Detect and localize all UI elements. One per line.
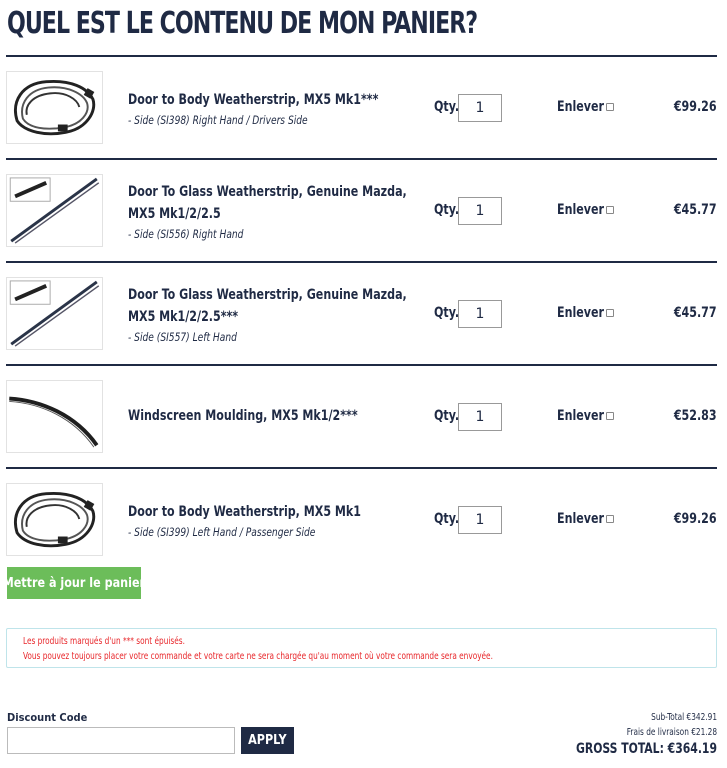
cart-list: Door to Body Weatherstrip, MX5 Mk1*** - … bbox=[6, 55, 717, 570]
apply-label: APPLY bbox=[248, 733, 287, 748]
glass-weatherstrip-image bbox=[9, 280, 100, 347]
gross-total: GROSS TOTAL: €364.19 bbox=[575, 741, 717, 757]
product-image[interactable] bbox=[6, 483, 103, 556]
remove-checkbox[interactable] bbox=[606, 412, 614, 420]
remove-checkbox[interactable] bbox=[606, 515, 614, 523]
item-title[interactable]: Door to Body Weatherstrip, MX5 Mk1*** bbox=[128, 89, 414, 111]
update-cart-label: Mettre à jour le panier bbox=[2, 575, 146, 591]
product-image[interactable] bbox=[6, 71, 103, 144]
subtotal: Sub-Total €342.91 bbox=[651, 712, 717, 723]
qty-label: Qty. bbox=[434, 305, 460, 321]
body-weatherstrip-image bbox=[14, 79, 96, 136]
glass-weatherstrip-image bbox=[9, 177, 100, 244]
quantity-input[interactable] bbox=[458, 403, 502, 431]
product-image[interactable] bbox=[6, 277, 103, 350]
order-totals: Sub-Total €342.91 Frais de livraison €21… bbox=[553, 710, 717, 758]
qty-label: Qty. bbox=[434, 408, 460, 424]
body-weatherstrip-image bbox=[14, 491, 96, 548]
remove-checkbox[interactable] bbox=[606, 309, 614, 317]
item-info: Door to Body Weatherstrip, MX5 Mk1 - Sid… bbox=[128, 469, 418, 570]
quantity-input[interactable] bbox=[458, 94, 502, 122]
remove-checkbox[interactable] bbox=[606, 206, 614, 214]
item-price: €99.26 bbox=[674, 99, 717, 115]
remove-checkbox[interactable] bbox=[606, 103, 614, 111]
item-variant: - Side (SI556) Right Hand bbox=[128, 226, 244, 241]
windscreen-moulding-image bbox=[9, 396, 99, 448]
apply-discount-button[interactable]: APPLY bbox=[241, 727, 294, 754]
item-title[interactable]: Door To Glass Weatherstrip, Genuine Mazd… bbox=[128, 181, 414, 225]
discount-code-input[interactable] bbox=[7, 727, 235, 754]
cart-item: Door to Body Weatherstrip, MX5 Mk1*** - … bbox=[6, 55, 717, 158]
notice-line-2: Vous pouvez toujours placer votre comman… bbox=[23, 651, 493, 662]
quantity-input[interactable] bbox=[458, 506, 502, 534]
item-title[interactable]: Door to Body Weatherstrip, MX5 Mk1 bbox=[128, 501, 414, 523]
item-price: €45.77 bbox=[674, 305, 717, 321]
item-title[interactable]: Door To Glass Weatherstrip, Genuine Mazd… bbox=[128, 284, 414, 328]
item-variant: - Side (SI398) Right Hand / Drivers Side bbox=[128, 112, 308, 127]
update-cart-button[interactable]: Mettre à jour le panier bbox=[3, 567, 145, 599]
cart-item: Door To Glass Weatherstrip, Genuine Mazd… bbox=[6, 261, 717, 364]
cart-item: Door to Body Weatherstrip, MX5 Mk1 - Sid… bbox=[6, 467, 717, 570]
remove-label: Enlever bbox=[557, 305, 604, 321]
item-info: Windscreen Moulding, MX5 Mk1/2*** bbox=[128, 366, 418, 467]
qty-label: Qty. bbox=[434, 202, 460, 218]
qty-label: Qty. bbox=[434, 511, 460, 527]
shipping-cost: Frais de livraison €21.28 bbox=[626, 727, 717, 738]
item-info: Door To Glass Weatherstrip, Genuine Mazd… bbox=[128, 263, 418, 364]
product-image[interactable] bbox=[6, 174, 103, 247]
discount-code-label: Discount Code bbox=[7, 711, 88, 724]
cart-item: Door To Glass Weatherstrip, Genuine Mazd… bbox=[6, 158, 717, 261]
item-info: Door to Body Weatherstrip, MX5 Mk1*** - … bbox=[128, 57, 418, 158]
item-info: Door To Glass Weatherstrip, Genuine Mazd… bbox=[128, 160, 418, 261]
remove-label: Enlever bbox=[557, 511, 604, 527]
remove-label: Enlever bbox=[557, 99, 604, 115]
item-price: €99.26 bbox=[674, 511, 717, 527]
item-price: €52.83 bbox=[674, 408, 717, 424]
item-price: €45.77 bbox=[674, 202, 717, 218]
out-of-stock-notice: Les produits marqués d'un *** sont épuis… bbox=[6, 628, 717, 668]
quantity-input[interactable] bbox=[458, 197, 502, 225]
item-title[interactable]: Windscreen Moulding, MX5 Mk1/2*** bbox=[128, 405, 414, 427]
item-variant: - Side (SI399) Left Hand / Passenger Sid… bbox=[128, 524, 316, 539]
page-title: QUEL EST LE CONTENU DE MON PANIER? bbox=[7, 6, 478, 41]
product-image[interactable] bbox=[6, 380, 103, 453]
notice-line-1: Les produits marqués d'un *** sont épuis… bbox=[23, 636, 185, 647]
item-variant: - Side (SI557) Left Hand bbox=[128, 329, 237, 344]
cart-item: Windscreen Moulding, MX5 Mk1/2*** Qty. E… bbox=[6, 364, 717, 467]
remove-label: Enlever bbox=[557, 202, 604, 218]
qty-label: Qty. bbox=[434, 99, 460, 115]
quantity-input[interactable] bbox=[458, 300, 502, 328]
remove-label: Enlever bbox=[557, 408, 604, 424]
